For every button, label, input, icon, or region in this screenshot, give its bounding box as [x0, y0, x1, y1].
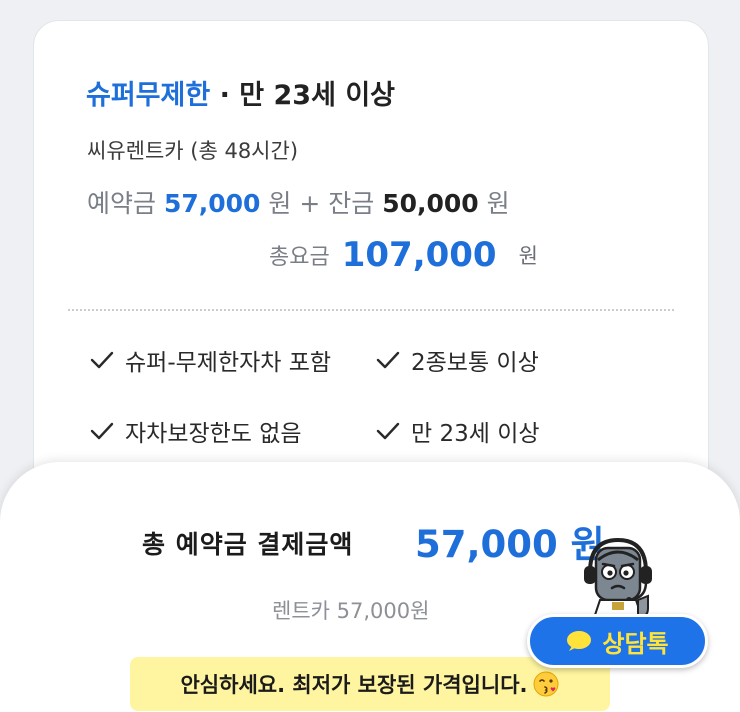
provider-name: 씨유렌트카 (총 48시간) [87, 139, 299, 163]
price-breakdown: 예약금 57,000 원 + 잔금 50,000 원 [87, 184, 510, 220]
payment-label: 총 예약금 결제금액 [142, 530, 354, 559]
screen: 슈퍼무제한 · 만 23세 이상 씨유렌트카 (총 48시간) 예약금 57,0… [0, 0, 740, 712]
feature-label: 슈퍼-무제한자차 포함 [125, 350, 332, 376]
payment-breakdown: 렌트카 57,000원 [272, 599, 430, 623]
feature-item: 자차보장한도 없음 [89, 414, 302, 448]
kissing-face-icon [533, 671, 558, 697]
deposit-label: 예약금 [87, 189, 164, 218]
feature-label: 2종보통 이상 [411, 350, 539, 376]
total-unit: 원 [518, 244, 538, 268]
checkmark-icon [90, 351, 114, 369]
total-label: 총요금 [269, 245, 330, 270]
chat-bubble-icon [567, 631, 592, 651]
feature-label: 만 23세 이상 [411, 421, 540, 447]
feature-item: 슈퍼-무제한자차 포함 [89, 343, 331, 377]
chat-consult-button[interactable]: 상담톡 [527, 614, 708, 668]
deposit-amount: 57,000 [163, 189, 261, 218]
deposit-unit: 원 + [260, 189, 329, 218]
plan-age-requirement: 만 23세 이상 [239, 80, 395, 111]
balance-amount: 50,000 [382, 189, 479, 218]
balance-unit: 원 [478, 189, 510, 218]
total-amount: 107,000 [341, 235, 497, 275]
feature-label: 자차보장한도 없음 [125, 421, 302, 447]
plan-separator: · [210, 80, 240, 111]
checkmark-icon [90, 422, 114, 440]
lowest-price-notice: 안심하세요. 최저가 보장된 가격입니다. [130, 657, 610, 711]
feature-item: 2종보통 이상 [375, 343, 539, 377]
notice-text: 안심하세요. 최저가 보장된 가격입니다. [180, 673, 528, 697]
chat-button-label: 상담톡 [602, 629, 669, 658]
balance-label: 잔금 [328, 189, 383, 218]
checkmark-icon [376, 422, 400, 440]
divider [68, 309, 674, 311]
total-price: 총요금 107,000 원 [269, 235, 538, 275]
feature-item: 만 23세 이상 [375, 414, 540, 448]
checkmark-icon [376, 351, 400, 369]
plan-name: 슈퍼무제한 [86, 80, 211, 111]
plan-title: 슈퍼무제한 · 만 23세 이상 [86, 73, 395, 112]
